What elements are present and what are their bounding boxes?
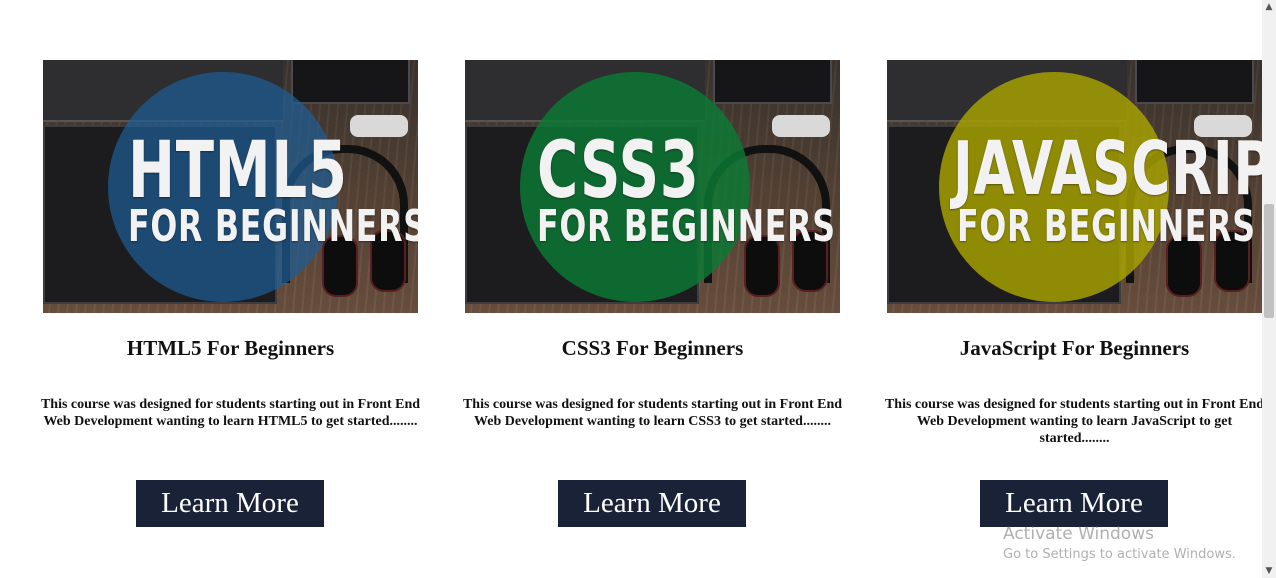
course-title: HTML5 For Beginners xyxy=(126,336,335,360)
course-title: JavaScript For Beginners xyxy=(959,336,1190,360)
course-thumbnail[interactable]: JAVASCRIPT FOR BEGINNERS xyxy=(887,60,1262,313)
watermark-subtitle: Go to Settings to activate Windows. xyxy=(1003,547,1236,562)
course-list: HTML5 FOR BEGINNERS HTML5 For Beginners … xyxy=(0,0,1264,578)
course-title: CSS3 For Beginners xyxy=(561,336,744,360)
thumbnail-subtitle: FOR BEGINNERS xyxy=(537,201,836,252)
thumbnail-subtitle: FOR BEGINNERS xyxy=(128,201,418,252)
course-card-css3: CSS3 FOR BEGINNERS CSS3 For Beginners Th… xyxy=(463,60,842,527)
scroll-up-icon[interactable]: ▲ xyxy=(1262,0,1276,14)
course-card-javascript: JAVASCRIPT FOR BEGINNERS JavaScript For … xyxy=(885,60,1264,527)
thumbnail-title: JAVASCRIPT xyxy=(953,126,1262,212)
vertical-scrollbar[interactable]: ▲ ▼ xyxy=(1262,0,1276,578)
course-description: This course was designed for students st… xyxy=(884,397,1265,446)
course-description: This course was designed for students st… xyxy=(40,397,421,429)
watermark-title: Activate Windows xyxy=(1003,524,1154,544)
activate-windows-watermark: Activate Windows Go to Settings to activ… xyxy=(1003,524,1236,562)
course-description: This course was designed for students st… xyxy=(462,397,843,429)
thumbnail-title: CSS3 xyxy=(537,126,700,216)
learn-more-button[interactable]: Learn More xyxy=(136,480,324,527)
thumbnail-title: HTML5 xyxy=(128,126,348,216)
course-thumbnail[interactable]: HTML5 FOR BEGINNERS xyxy=(43,60,418,313)
course-card-html5: HTML5 FOR BEGINNERS HTML5 For Beginners … xyxy=(41,60,420,527)
learn-more-button[interactable]: Learn More xyxy=(980,480,1168,527)
scroll-down-icon[interactable]: ▼ xyxy=(1262,564,1276,578)
thumbnail-subtitle: FOR BEGINNERS xyxy=(957,201,1256,252)
scrollbar-thumb[interactable] xyxy=(1264,204,1274,318)
learn-more-button[interactable]: Learn More xyxy=(558,480,746,527)
course-thumbnail[interactable]: CSS3 FOR BEGINNERS xyxy=(465,60,840,313)
